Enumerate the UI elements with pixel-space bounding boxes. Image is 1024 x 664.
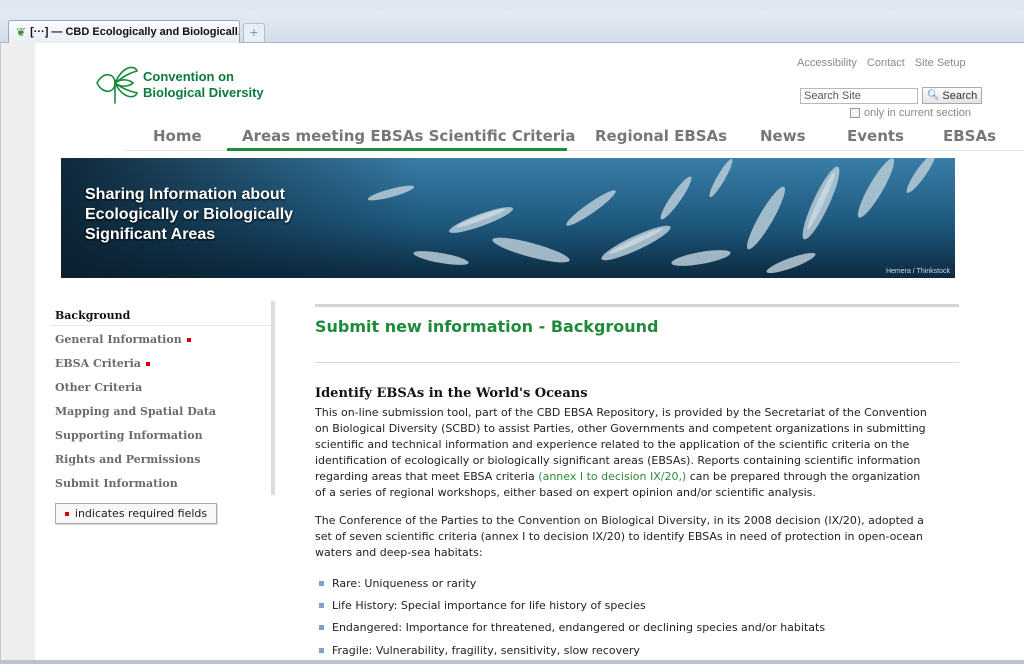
intro-line: scientific and technical information and… bbox=[315, 438, 910, 451]
nav-areas-meeting-ebsas[interactable]: Areas meeting EBSAs Scientific Criteria bbox=[242, 127, 575, 145]
nav-news[interactable]: News bbox=[760, 127, 806, 145]
list-item: Rare: Uniqueness or rarity bbox=[319, 572, 959, 594]
intro-text: regarding areas that meet EBSA criteria bbox=[315, 470, 539, 483]
horizontal-scrollbar[interactable] bbox=[0, 660, 1024, 664]
list-item: Life History: Special importance for lif… bbox=[319, 594, 959, 616]
new-tab-button[interactable]: + bbox=[243, 23, 265, 42]
cbd-leaf-icon: ❦ bbox=[16, 25, 27, 39]
menu-item-submit-information[interactable]: Submit Information bbox=[55, 477, 178, 490]
banner-credit: Hemera / Thinkstock bbox=[885, 268, 950, 275]
logo-wordmark[interactable]: Convention on Biological Diversity bbox=[143, 69, 264, 101]
legend-text: indicates required fields bbox=[74, 507, 208, 520]
content-title-rule bbox=[315, 362, 959, 363]
banner-headline: Sharing Information about Ecologically o… bbox=[85, 185, 293, 245]
annex-decision-link[interactable]: (annex I to decision IX/20,) bbox=[538, 470, 686, 483]
bullet-icon bbox=[319, 625, 324, 631]
search-input[interactable]: Search Site bbox=[800, 88, 918, 104]
page-viewport: Convention on Biological Diversity Acces… bbox=[0, 43, 1024, 664]
menu-item-background[interactable]: Background bbox=[55, 309, 130, 322]
main-nav: Home Areas meeting EBSAs Scientific Crit… bbox=[35, 127, 1024, 149]
only-current-section-toggle[interactable]: only in current section bbox=[850, 107, 971, 119]
banner-line2: Ecologically or Biologically bbox=[85, 206, 294, 223]
contact-link[interactable]: Contact bbox=[867, 57, 905, 69]
required-marker-icon bbox=[64, 511, 69, 516]
menu-item-mapping-spatial-data[interactable]: Mapping and Spatial Data bbox=[55, 405, 216, 418]
accessibility-link[interactable]: Accessibility bbox=[797, 57, 857, 69]
criteria-line: waters and deep-sea habitats: bbox=[315, 546, 483, 559]
criteria-line: set of seven scientific criteria (annex … bbox=[315, 530, 923, 543]
logo-line2: Biological Diversity bbox=[143, 85, 264, 100]
menu-active-divider bbox=[51, 325, 271, 326]
site-setup-link[interactable]: Site Setup bbox=[915, 57, 966, 69]
intro-line: of a series of regional workshops, eithe… bbox=[315, 486, 816, 499]
nav-events[interactable]: Events bbox=[847, 127, 904, 145]
criteria-line: The Conference of the Parties to the Con… bbox=[315, 514, 924, 527]
tab-title: [···] — CBD Ecologically and Biologicall… bbox=[30, 26, 239, 38]
intro-line: on Biological Diversity (SCBD) to assist… bbox=[315, 422, 926, 435]
criteria-paragraph: The Conference of the Parties to the Con… bbox=[315, 513, 975, 561]
list-item: Fragile: Vulnerability, fragility, sensi… bbox=[319, 639, 959, 661]
intro-line: This on-line submission tool, part of th… bbox=[315, 406, 927, 419]
menu-item-ebsa-criteria[interactable]: EBSA Criteria bbox=[55, 357, 150, 370]
menu-item-general-information[interactable]: General Information bbox=[55, 333, 191, 346]
bullet-icon bbox=[319, 602, 324, 608]
content-top-rule bbox=[315, 304, 959, 307]
logo-line1: Convention on bbox=[143, 69, 234, 84]
intro-line: regarding areas that meet EBSA criteria … bbox=[315, 469, 975, 485]
page-title: Submit new information - Background bbox=[315, 317, 659, 336]
list-item-text: Rare: Uniqueness or rarity bbox=[332, 576, 477, 590]
nav-regional-ebsas[interactable]: Regional EBSAs bbox=[595, 127, 727, 145]
left-step-menu: Background General Information EBSA Crit… bbox=[51, 301, 275, 495]
browser-tab-strip: ❦ [···] — CBD Ecologically and Biologica… bbox=[0, 10, 1024, 43]
intro-line: identification of ecologically or biolog… bbox=[315, 454, 921, 467]
list-item-text: Endangered: Importance for threatened, e… bbox=[332, 621, 826, 635]
menu-item-rights-permissions[interactable]: Rights and Permissions bbox=[55, 453, 200, 466]
bullet-icon bbox=[319, 647, 324, 653]
nav-home[interactable]: Home bbox=[153, 127, 202, 145]
required-marker-icon bbox=[186, 338, 191, 342]
menu-item-other-criteria[interactable]: Other Criteria bbox=[55, 381, 142, 394]
section-title: Identify EBSAs in the World's Oceans bbox=[315, 386, 588, 401]
list-item-text: Life History: Special importance for lif… bbox=[332, 598, 646, 612]
search-icon: 🔍︎ bbox=[926, 90, 940, 101]
nav-active-indicator bbox=[227, 148, 567, 151]
required-fields-legend: indicates required fields bbox=[55, 503, 217, 524]
required-marker-icon bbox=[145, 362, 150, 366]
page-body: Convention on Biological Diversity Acces… bbox=[35, 43, 1024, 664]
only-current-section-checkbox[interactable] bbox=[850, 108, 860, 118]
browser-tab[interactable]: ❦ [···] — CBD Ecologically and Biologica… bbox=[8, 20, 240, 43]
list-item: Endangered: Importance for threatened, e… bbox=[319, 617, 959, 639]
utility-links: Accessibility Contact Site Setup bbox=[797, 57, 966, 69]
only-current-section-label: only in current section bbox=[864, 107, 971, 119]
bullet-icon bbox=[319, 580, 324, 586]
hero-banner: Sharing Information about Ecologically o… bbox=[61, 158, 955, 278]
banner-line3: Significant Areas bbox=[85, 226, 216, 243]
menu-item-label: General Information bbox=[55, 333, 182, 346]
intro-text: can be prepared through the organization bbox=[686, 470, 921, 483]
window-top-edge bbox=[0, 0, 1024, 10]
menu-item-supporting-information[interactable]: Supporting Information bbox=[55, 429, 203, 442]
intro-paragraph: This on-line submission tool, part of th… bbox=[315, 405, 975, 501]
banner-line1: Sharing Information about bbox=[85, 186, 285, 203]
menu-item-label: EBSA Criteria bbox=[55, 357, 141, 370]
nav-ebsas[interactable]: EBSAs bbox=[943, 127, 996, 145]
search-button-label: Search bbox=[942, 89, 978, 102]
list-item-text: Fragile: Vulnerability, fragility, sensi… bbox=[332, 643, 640, 657]
criteria-list: Rare: Uniqueness or rarity Life History:… bbox=[319, 572, 959, 661]
search-button[interactable]: 🔍︎ Search bbox=[922, 87, 982, 104]
